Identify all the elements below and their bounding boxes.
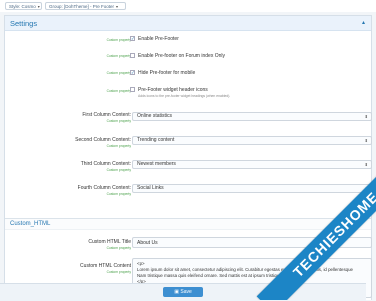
- select-arrows-icon: ⬍: [364, 138, 368, 143]
- section-title: Custom_HTML: [10, 221, 51, 227]
- custom-html-section-header: Custom_HTML: [5, 218, 371, 230]
- breadcrumb-group[interactable]: Group: [DohTheme] - Pre Footer ▾: [45, 2, 126, 10]
- forum-index-only-label: Enable Pre-footer on Forum index Only: [138, 53, 225, 59]
- settings-panel: Settings ▴ Custom property ✓ Enable Pre-…: [4, 15, 372, 300]
- fourth-column-value: Social Links: [137, 185, 164, 191]
- fourth-column-select[interactable]: Social Links ⬍: [132, 184, 372, 193]
- panel-title: Settings: [10, 19, 38, 28]
- breadcrumb-style-label: Style: Cosmo: [9, 4, 36, 9]
- hide-mobile-checkbox[interactable]: ✓: [130, 70, 135, 75]
- enable-prefooter-checkbox[interactable]: ✓: [130, 36, 135, 41]
- custom-property-hint: Custom property: [106, 246, 131, 250]
- enable-prefooter-label: Enable Pre-Footer: [138, 36, 179, 42]
- collapse-icon[interactable]: ▴: [362, 19, 365, 26]
- breadcrumb-style[interactable]: Style: Cosmo ▾: [5, 2, 42, 10]
- third-column-value: Newest members: [137, 161, 176, 167]
- header-icons-checkbox[interactable]: [130, 87, 135, 92]
- custom-property-hint: Custom property: [106, 144, 131, 148]
- custom-property-hint: Custom property: [106, 38, 131, 42]
- custom-html-title-input[interactable]: About Us: [132, 237, 372, 248]
- first-column-value: Online statistics: [137, 113, 173, 119]
- fourth-column-label: Fourth Column Content:: [77, 185, 131, 191]
- custom-property-hint: Custom property: [106, 119, 131, 123]
- custom-property-hint: Custom property: [106, 89, 131, 93]
- select-arrows-icon: ⬍: [364, 162, 368, 167]
- custom-html-title-value: About Us: [137, 240, 158, 246]
- chevron-down-icon: ▾: [116, 4, 119, 9]
- custom-property-hint: Custom property: [106, 270, 131, 274]
- third-column-select[interactable]: Newest members ⬍: [132, 160, 372, 169]
- second-column-select[interactable]: Trending content ⬍: [132, 136, 372, 145]
- header-icons-description: Adds icons to the pre-footer widget head…: [138, 94, 231, 98]
- save-label: Save: [180, 289, 192, 295]
- custom-property-hint: Custom property: [106, 168, 131, 172]
- custom-property-hint: Custom property: [106, 192, 131, 196]
- custom-property-hint: Custom property: [106, 71, 131, 75]
- header-icons-label: Pre-Footer widget header icons: [138, 87, 208, 93]
- save-button[interactable]: ▣ Save: [163, 287, 203, 297]
- forum-index-only-checkbox[interactable]: [130, 53, 135, 58]
- custom-html-title-label: Custom HTML Title: [88, 239, 131, 245]
- custom-html-content-label: Custom HTML Content: [80, 263, 131, 269]
- chevron-down-icon: ▾: [37, 4, 40, 9]
- panel-header[interactable]: Settings ▴: [5, 16, 371, 31]
- first-column-select[interactable]: Online statistics ⬍: [132, 112, 372, 121]
- second-column-label: Second Column Content:: [75, 137, 131, 143]
- third-column-label: Third Column Content:: [80, 161, 131, 167]
- first-column-label: First Column Content:: [82, 112, 131, 118]
- hide-mobile-label: Hide Pre-footer for mobile: [138, 70, 196, 76]
- select-arrows-icon: ⬍: [364, 114, 368, 119]
- top-bar: Style: Cosmo ▾ Group: [DohTheme] - Pre Fo…: [0, 0, 376, 12]
- select-arrows-icon: ⬍: [364, 186, 368, 191]
- breadcrumb-group-label: Group: [DohTheme] - Pre Footer: [49, 4, 115, 9]
- custom-property-hint: Custom property: [106, 54, 131, 58]
- second-column-value: Trending content: [137, 137, 175, 143]
